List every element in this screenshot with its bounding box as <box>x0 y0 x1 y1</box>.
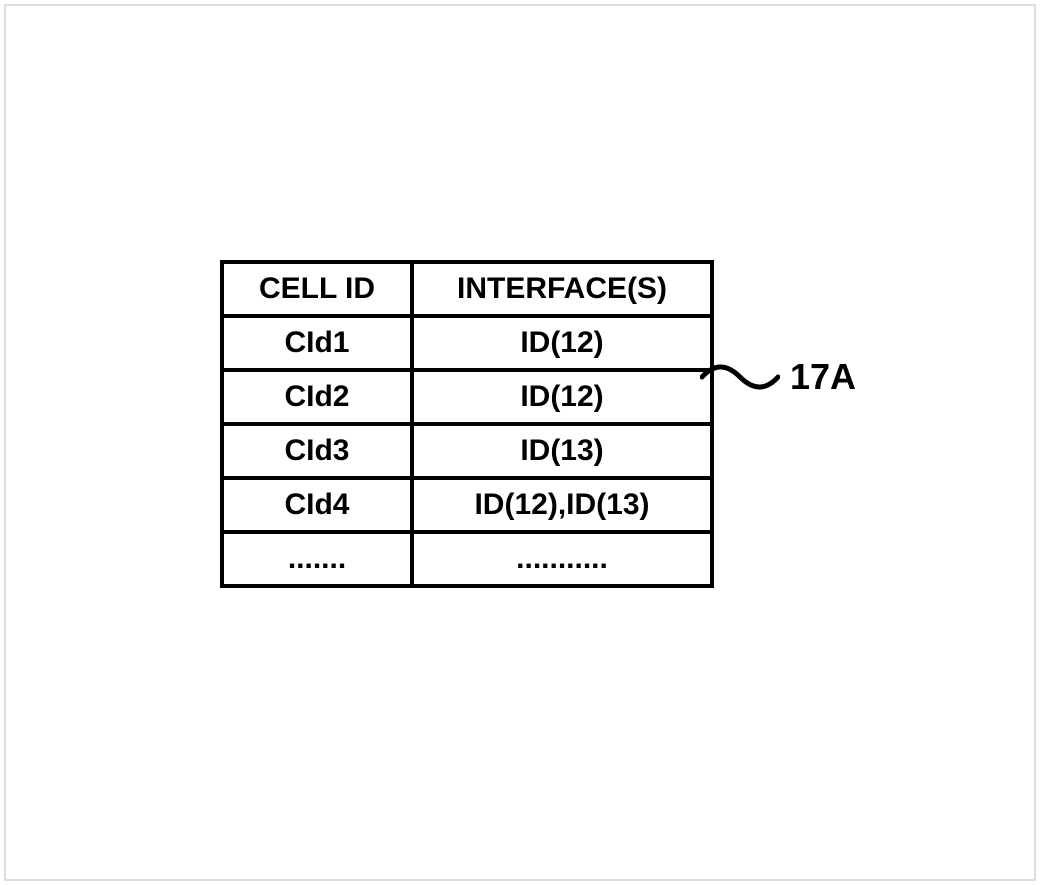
table-header-row: CELL ID INTERFACE(S) <box>222 262 712 316</box>
cell-id-value: CId4 <box>222 478 412 532</box>
cell-id-value: CId2 <box>222 370 412 424</box>
cell-id-value: CId3 <box>222 424 412 478</box>
cell-interface-table-container: CELL ID INTERFACE(S) CId1 ID(12) CId2 ID… <box>220 260 714 588</box>
interfaces-value: ID(12),ID(13) <box>412 478 712 532</box>
table-row: CId2 ID(12) <box>222 370 712 424</box>
table-row: ....... ........... <box>222 532 712 586</box>
callout-label: 17A <box>790 356 856 398</box>
interfaces-value: ID(13) <box>412 424 712 478</box>
header-interfaces: INTERFACE(S) <box>412 262 712 316</box>
cell-id-value: CId1 <box>222 316 412 370</box>
cell-id-value: ....... <box>222 532 412 586</box>
cell-interface-table: CELL ID INTERFACE(S) CId1 ID(12) CId2 ID… <box>220 260 714 588</box>
table-row: CId4 ID(12),ID(13) <box>222 478 712 532</box>
interfaces-value: ID(12) <box>412 370 712 424</box>
callout-connector-icon <box>700 352 780 402</box>
table-row: CId3 ID(13) <box>222 424 712 478</box>
reference-callout: 17A <box>700 352 856 402</box>
interfaces-value: ........... <box>412 532 712 586</box>
interfaces-value: ID(12) <box>412 316 712 370</box>
header-cell-id: CELL ID <box>222 262 412 316</box>
table-row: CId1 ID(12) <box>222 316 712 370</box>
